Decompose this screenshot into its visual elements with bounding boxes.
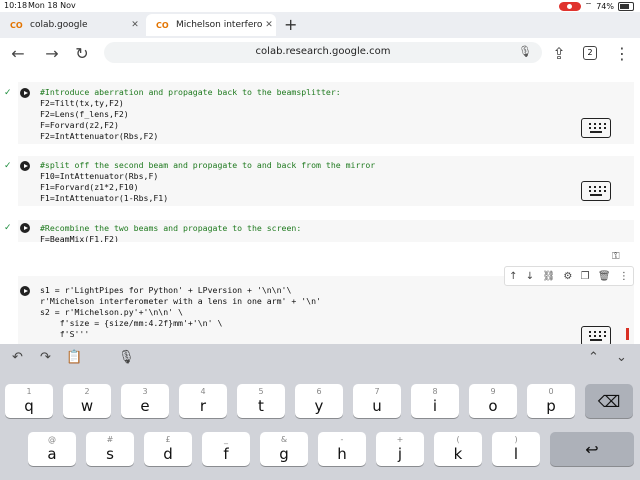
return-key[interactable]: ↩ [550,432,634,466]
key-i[interactable]: 8i [411,384,459,418]
keyboard-accessory-bar: ↶ ↷ 📋 🎙 ⌃ ⌄ [0,344,640,372]
key-h[interactable]: -h [318,432,366,466]
code-line: F=BeamMix(F1,F2) [40,233,119,242]
new-tab-icon[interactable]: + [284,15,297,34]
code-block[interactable]: #Recombine the two beams and propagate t… [40,223,301,242]
status-date: Mon 18 Nov [28,1,76,10]
tab-label: colab.google [30,20,88,30]
keyboard-icon[interactable] [581,181,611,201]
code-line: F=Forvard(z2,F2) [40,119,119,130]
return-icon: ↩ [585,440,599,459]
key-s[interactable]: # s [86,432,134,466]
dictation-icon[interactable]: 🎙 [118,350,135,365]
run-cell-button[interactable] [20,286,30,296]
key-q[interactable]: 1q [5,384,53,418]
code-block[interactable]: #Introduce aberration and propagate back… [40,87,341,142]
tab-label: Michelson interferomete [176,20,262,30]
move-down-icon[interactable]: ↓ [526,271,534,282]
key-t[interactable]: 5t [237,384,285,418]
keyboard-icon[interactable] [581,326,611,344]
key-w[interactable]: 2w [63,384,111,418]
code-comment: #split off the second beam and propagate… [40,160,376,170]
code-line: F10=IntAttenuator(Rbs,F) [40,170,159,181]
executed-check-icon: ✓ [4,88,12,98]
code-line: s2 = r'Michelson.py'+'\n\n' \ [40,306,183,317]
keyboard-icon[interactable] [581,118,611,138]
close-tab-icon[interactable]: ✕ [128,20,142,30]
key-g[interactable]: & g [260,432,308,466]
back-arrow-icon[interactable]: ← [8,44,28,63]
key-a[interactable]: @ a [28,432,76,466]
battery-percent: 74% [596,1,614,11]
link-icon[interactable]: ⛓ [542,271,555,282]
code-comment: #Introduce aberration and propagate back… [40,87,341,97]
key-l[interactable]: ) l [492,432,540,466]
key-d[interactable]: £ d [144,432,192,466]
code-line: f'S''' [40,328,90,339]
copy-icon[interactable]: ❐ [581,271,590,282]
close-tab-icon[interactable]: ✕ [262,20,276,30]
key-j[interactable]: + j [376,432,424,466]
run-cell-button[interactable] [20,88,30,98]
colab-favicon-icon: CO [10,20,23,30]
status-bar: 10:18 Mon 18 Nov ⌔ 74% [0,0,640,12]
key-r[interactable]: 4r [179,384,227,418]
code-line: F1=Forvard(z1*2,F10) [40,181,139,192]
code-line: r'Michelson interferometer with a lens i… [40,295,321,306]
redo-icon[interactable]: ↷ [40,350,51,365]
notebook-area[interactable]: ✓ #Introduce aberration and propagate ba… [0,68,640,344]
scroll-indicator [626,328,629,340]
url-text[interactable]: colab.research.google.com [104,46,542,57]
screen-recording-icon[interactable] [558,1,581,11]
key-p[interactable]: 0p [527,384,575,418]
virtual-keyboard: 1q 2w 3e 4r 5t 6y 7u 8i 9o 0p ⌫ @ a # s £ d… [0,372,640,480]
colab-favicon-icon: CO [156,20,169,30]
wifi-icon: ⌔ [584,1,593,10]
reload-icon[interactable]: ↻ [72,44,92,63]
backspace-icon: ⌫ [597,392,621,411]
run-cell-button[interactable] [20,161,30,171]
tab-colab-google[interactable]: CO colab.google ✕ [0,14,142,36]
undo-icon[interactable]: ↶ [12,350,23,365]
backspace-key[interactable]: ⌫ [585,384,633,418]
code-line: F1=IntAttenuator(1-Rbs,F1) [40,192,169,203]
status-time: 10:18 [4,1,28,10]
key-u[interactable]: 7u [353,384,401,418]
key-k[interactable]: (k [434,432,482,466]
more-options-icon[interactable]: ⋮ [619,271,629,282]
battery-icon [618,1,634,11]
key-icon[interactable]: ⚿ [612,251,620,262]
delete-icon[interactable]: 🗑 [598,271,611,282]
code-line: F2=IntAttenuator(Rbs,F2) [40,130,159,141]
gear-icon[interactable]: ⚙ [563,271,572,282]
tab-switcher-button[interactable]: 2 [583,46,597,60]
tab-michelson[interactable]: CO Michelson interferomete ✕ [146,14,276,36]
paste-icon[interactable]: 📋 [66,350,82,365]
chevron-up-icon[interactable]: ⌃ [588,350,599,365]
executed-check-icon: ✓ [4,223,12,233]
key-e[interactable]: 3e [121,384,169,418]
address-bar[interactable]: colab.research.google.com 🎙 [104,42,542,63]
key-y[interactable]: 6y [295,384,343,418]
code-line: f'size = {size/mm:4.2f}mm'+'\n' \ [40,317,223,328]
code-line: F2=Tilt(tx,ty,F2) [40,97,124,108]
tab-bar: CO colab.google ✕ CO Michelson interfero… [0,12,640,38]
more-menu-icon[interactable]: ⋮ [612,44,632,63]
run-cell-button[interactable] [20,223,30,233]
key-o[interactable]: 9o [469,384,517,418]
key-f[interactable]: _ f [202,432,250,466]
chevron-down-icon[interactable]: ⌄ [616,350,627,365]
forward-arrow-icon[interactable]: → [42,44,62,63]
move-up-icon[interactable]: ↑ [509,271,517,282]
code-line: s1 = r'LightPipes for Python' + LPversio… [40,285,292,295]
code-comment: #Recombine the two beams and propagate t… [40,223,302,233]
code-editor[interactable]: s1 = r'LightPipes for Python' + LPversio… [40,285,321,340]
code-block[interactable]: #split off the second beam and propagate… [40,160,375,204]
code-line: F2=Lens(f_lens,F2) [40,108,129,119]
executed-check-icon: ✓ [4,161,12,171]
microphone-icon[interactable]: 🎙 [518,45,532,58]
share-icon[interactable]: ⇪ [549,44,569,63]
address-row: ← → ↻ colab.research.google.com 🎙 ⇪ 2 ⋮ [0,38,640,69]
cell-toolbar: ↑ ↓ ⛓ ⚙ ❐ 🗑 ⋮ [504,266,634,286]
